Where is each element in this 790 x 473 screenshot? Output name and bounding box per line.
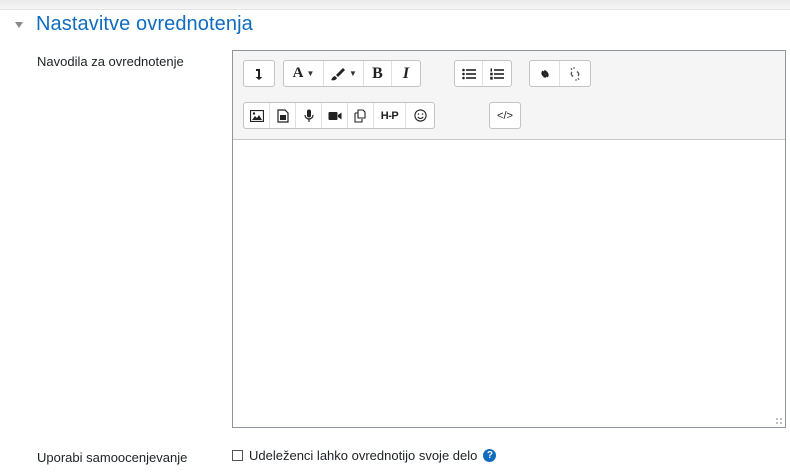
- ordered-list-button[interactable]: [483, 61, 511, 86]
- section-title: Nastavitve ovrednotenja: [36, 12, 253, 35]
- toolbar-group-media: H-P: [243, 102, 435, 129]
- toolbar-group-source: </>: [489, 102, 521, 129]
- html-source-button[interactable]: </>: [490, 103, 520, 128]
- self-assessment-checkbox-label[interactable]: Udeleženci lahko ovrednotijo svoje delo: [249, 448, 477, 463]
- page-top-bar: [0, 0, 790, 10]
- manage-files-icon: [353, 108, 368, 123]
- caret-down-icon: ▼: [349, 69, 357, 78]
- emoji-button[interactable]: [406, 103, 434, 128]
- instructions-label: Navodila za ovrednotenje: [37, 54, 184, 69]
- editor-toolbar: A ▼ ▼ B I H-P </>: [233, 51, 785, 140]
- bold-icon: B: [372, 64, 383, 82]
- media-icon: [276, 108, 289, 123]
- show-more-buttons-icon: [254, 68, 264, 80]
- record-audio-button[interactable]: [296, 103, 322, 128]
- ordered-list-icon: [490, 68, 504, 80]
- record-audio-icon: [303, 109, 314, 123]
- link-icon: [538, 68, 552, 80]
- toolbar-group-links: [529, 60, 591, 87]
- toolbar-group-style: A ▼ ▼ B I: [283, 60, 421, 87]
- image-icon: [249, 109, 264, 122]
- italic-button[interactable]: I: [392, 61, 420, 86]
- editor-content-area[interactable]: [233, 140, 785, 427]
- unordered-list-button[interactable]: [455, 61, 483, 86]
- font-color-icon: A: [292, 65, 304, 81]
- resize-handle[interactable]: [775, 417, 783, 425]
- emoji-icon: [413, 109, 427, 122]
- chevron-down-icon[interactable]: [14, 19, 26, 31]
- record-video-icon: [328, 111, 342, 121]
- italic-icon: I: [402, 64, 410, 82]
- manage-files-button[interactable]: [348, 103, 374, 128]
- unlink-button[interactable]: [560, 61, 590, 86]
- help-icon[interactable]: ?: [483, 449, 497, 462]
- toolbar-group-lists: [454, 60, 512, 87]
- html-source-icon: </>: [497, 109, 513, 122]
- h5p-icon: H-P: [380, 109, 399, 122]
- unordered-list-icon: [461, 68, 476, 80]
- show-more-buttons-button[interactable]: [244, 61, 274, 86]
- media-button[interactable]: [270, 103, 296, 128]
- highlight-brush-icon: [330, 67, 346, 81]
- record-video-button[interactable]: [322, 103, 348, 128]
- link-button[interactable]: [530, 61, 560, 86]
- rich-text-editor: A ▼ ▼ B I H-P </>: [232, 50, 786, 428]
- self-assessment-checkbox[interactable]: [232, 450, 243, 461]
- toolbar-group-collapse: [243, 60, 275, 87]
- h5p-button[interactable]: H-P: [374, 103, 406, 128]
- bold-button[interactable]: B: [364, 61, 392, 86]
- section-header[interactable]: Nastavitve ovrednotenja: [14, 12, 253, 36]
- unlink-icon: [568, 66, 582, 81]
- font-color-button[interactable]: A ▼: [284, 61, 324, 86]
- image-button[interactable]: [244, 103, 270, 128]
- caret-down-icon: ▼: [306, 69, 315, 78]
- self-assessment-option: Udeleženci lahko ovrednotijo svoje delo …: [232, 448, 497, 463]
- self-assessment-label: Uporabi samoocenjevanje: [37, 450, 188, 465]
- highlight-button[interactable]: ▼: [324, 61, 364, 86]
